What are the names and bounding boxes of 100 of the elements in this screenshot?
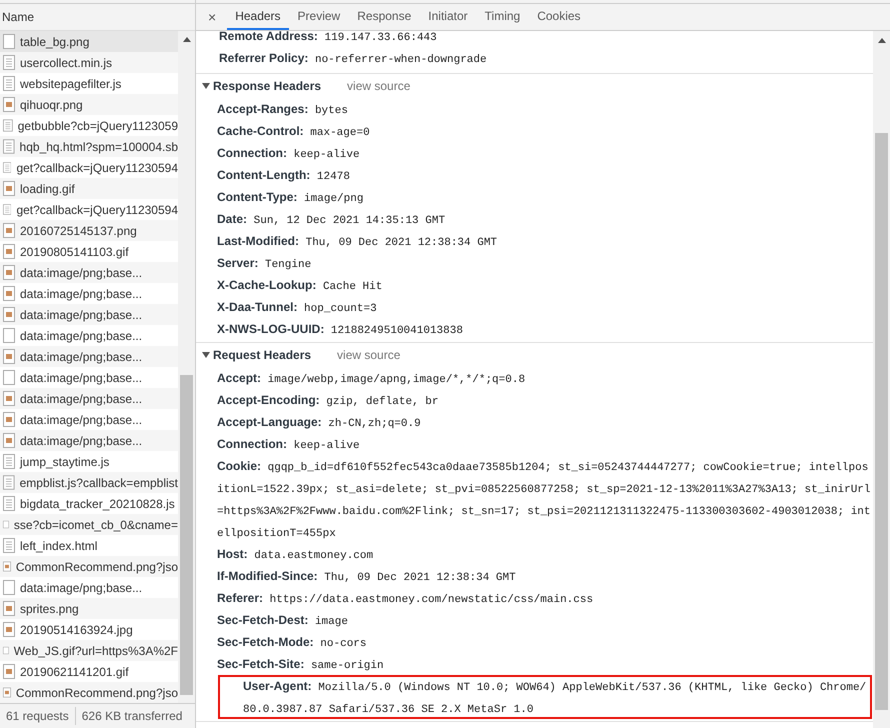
file-name: sprites.png [20,600,79,618]
image-file-icon [3,391,15,406]
document-icon [3,454,15,469]
file-name: jump_staytime.js [20,454,110,470]
file-name: left_index.html [20,538,98,554]
file-name: websitepagefilter.js [20,76,122,92]
scrollbar-thumb[interactable] [180,375,193,695]
scroll-up-icon[interactable] [878,38,886,43]
image-file-icon [3,97,15,112]
image-file-icon [3,433,15,448]
scrollbar[interactable] [178,31,195,703]
file-name: Web_JS.gif?url=https%3A%2F [14,642,178,660]
header-line: X-Cache-Lookup: Cache Hit [217,277,384,295]
file-name: data:image/png;base... [20,580,142,596]
section-toggle[interactable]: Response Headers [202,77,322,95]
file-name: data:image/png;base... [20,328,142,344]
image-file-icon [3,685,11,700]
header-line: Accept-Encoding: gzip, deflate, br [217,392,440,410]
file-name: 20190621141201.gif [20,664,129,680]
image-file-icon [3,622,15,637]
header-line: Last-Modified: Thu, 09 Dec 2021 12:38:34 GMT [217,233,498,251]
header-line: Sec-Fetch-Site: same-origin [217,656,385,674]
file-name: data:image/png;base... [20,412,142,428]
file-name: get?callback=jQuery11230594 [16,160,178,176]
section-toggle[interactable]: Request Headers [202,346,312,364]
image-file-icon [3,559,11,574]
header-line: Accept-Language: zh-CN,zh;q=0.9 [217,414,422,432]
document-icon [3,160,12,175]
request-row[interactable]: hqb_hq.html?spm=100004.sb [0,136,178,157]
header-line: Server: Tengine [217,255,312,273]
request-row[interactable]: loading.gif [0,178,178,199]
request-row[interactable]: sprites.png [0,598,178,619]
document-icon [3,139,15,154]
request-row[interactable]: CommonRecommend.png?jso [0,556,178,577]
document-icon [3,76,15,91]
tab[interactable]: Preview [290,4,348,30]
image-file-icon [3,307,15,322]
document-icon [3,55,15,70]
view-source-link[interactable]: view source [347,77,410,95]
scrollbar-thumb[interactable] [875,133,888,710]
request-row[interactable]: table_bg.png [0,31,178,52]
column-heading[interactable]: Name [2,8,34,26]
header-line: Content-Length: 12478 [217,167,351,185]
header-line: Sec-Fetch-Dest: image [217,612,349,630]
header-line: Referrer Policy: no-referrer-when-downgrade [219,50,488,68]
header-line: Accept-Ranges: bytes [217,101,349,119]
header-line: Accept: image/webp,image/apng,image/*,*/*;q=0.8 [217,370,526,388]
close-button[interactable]: × [204,4,220,30]
request-row[interactable]: 20160725145137.png [0,220,178,241]
header-line: Connection: keep-alive [217,145,361,163]
tab[interactable]: Headers [227,4,289,30]
file-name: sse?cb=icomet_cb_0&cname= [14,516,178,534]
request-row[interactable]: sse?cb=icomet_cb_0&cname= [0,514,178,535]
view-source-link[interactable]: view source [337,346,400,364]
status-text: 61 requests [5,708,70,725]
request-row[interactable]: data:image/png;base... [0,388,178,409]
file-name: data:image/png;base... [20,390,142,408]
file-name: table_bg.png [20,34,90,50]
document-icon [3,538,15,553]
scrollbar[interactable] [873,31,890,728]
tab[interactable]: Timing [476,4,528,30]
file-name: data:image/png;base... [20,286,142,302]
header-line: Host: data.eastmoney.com [217,546,374,564]
image-file-icon [3,265,15,280]
request-row[interactable]: usercollect.min.js [0,52,178,73]
file-name: get?callback=jQuery11230594 [16,202,178,218]
request-row[interactable]: data:image/png;base... [0,304,178,325]
header-line: X-Daa-Tunnel: hop_count=3 [217,299,378,317]
header-line: If-Modified-Since: Thu, 09 Dec 2021 12:38:34 GMT [217,568,517,586]
status-text: 626 KB transferred [74,707,188,725]
request-row[interactable]: data:image/png;base... [0,430,178,451]
header-line: User-Agent: Mozilla/5.0 (Windows NT 10.0; WOW64) AppleWebKit/537.36 (KHTML, like Gecko) Chrome/80.0.3987.87 Safari/537.36 SE 2.X MetaSr 1.0 [242,678,868,718]
image-file-icon [3,286,15,301]
scroll-up-icon[interactable] [182,37,190,42]
tab[interactable]: Initiator [420,4,476,30]
document-icon [3,202,12,217]
tab[interactable]: Cookies [529,4,589,30]
header-line: Cache-Control: max-age=0 [217,123,371,141]
file-name: data:image/png;base... [20,306,142,324]
file-name: CommonRecommend.png?jso [16,684,178,702]
file-name: hqb_hq.html?spm=100004.sb [20,138,178,156]
header-line: Connection: keep-alive [217,436,361,454]
file-name: usercollect.min.js [20,54,112,72]
request-row[interactable]: data:image/png;base... [0,262,178,283]
tab[interactable]: Response [349,4,420,30]
request-row[interactable]: CommonRecommend.png?jso [0,682,178,703]
image-file-icon [3,181,15,196]
request-row[interactable]: data:image/png;base... [0,346,178,367]
blank-file-icon [3,34,15,49]
request-row[interactable]: empblist.js?callback=empblist [0,472,178,493]
header-line: Remote Address: 119.147.33.66:443 [219,31,438,46]
header-line: Content-Type: image/png [217,189,364,207]
request-row[interactable]: qihuoqr.png [0,94,178,115]
document-icon [3,118,13,133]
request-row[interactable]: Web_JS.gif?url=https%3A%2F [0,640,178,661]
file-name: 20190514163924.jpg [20,622,133,638]
header-line: X-NWS-LOG-UUID: 12188249510041013838 [217,321,464,339]
document-icon [3,475,15,490]
image-file-icon [3,412,15,427]
header-line: Sec-Fetch-Mode: no-cors [217,634,368,652]
